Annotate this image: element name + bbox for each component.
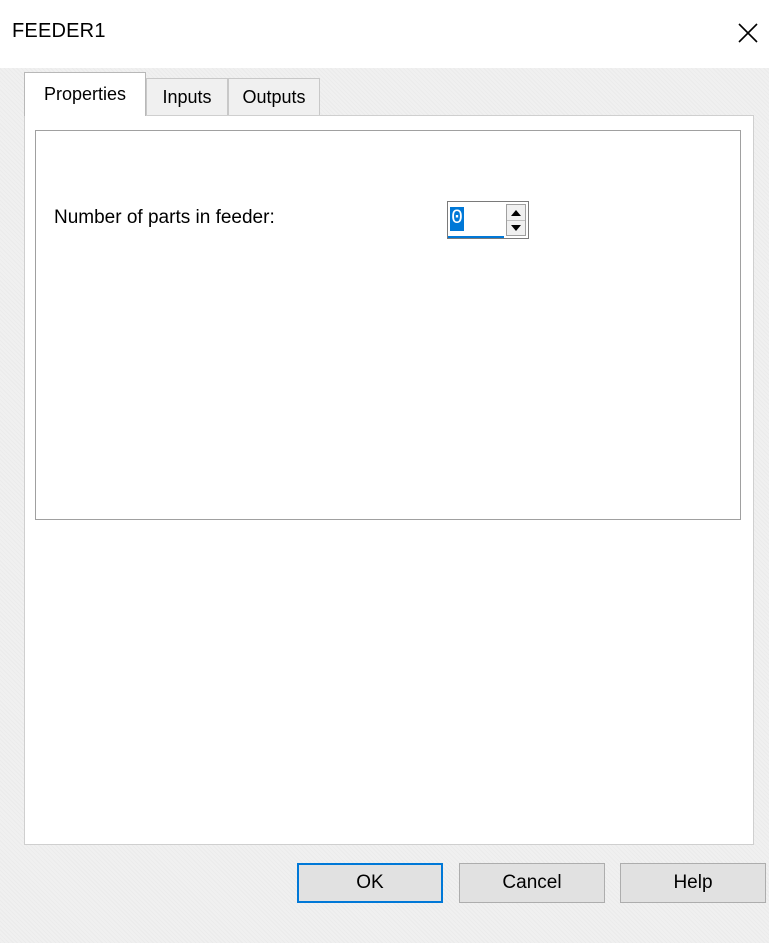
tab-outputs[interactable]: Outputs [228,78,320,116]
parts-in-feeder-input[interactable]: 0 [448,202,504,238]
properties-group-box: Number of parts in feeder: 0 [35,130,741,520]
parts-in-feeder-spinner[interactable]: 0 [447,201,529,239]
spin-buttons [506,204,526,236]
cancel-button[interactable]: Cancel [459,863,605,903]
arrow-up-icon [511,209,521,216]
ok-button[interactable]: OK [297,863,443,903]
window-title: FEEDER1 [12,20,106,42]
dialog-client-area: Properties Inputs Outputs Number of part… [0,68,769,943]
close-icon [738,23,758,43]
parts-in-feeder-label: Number of parts in feeder: [54,207,275,228]
tab-page-properties: Number of parts in feeder: 0 [24,115,754,845]
tab-inputs[interactable]: Inputs [146,78,228,116]
title-bar: FEEDER1 [0,0,769,68]
help-button[interactable]: Help [620,863,766,903]
spin-up-button[interactable] [507,205,525,221]
arrow-down-icon [511,224,521,231]
spin-down-button[interactable] [507,220,525,235]
close-button[interactable] [731,16,765,50]
tab-properties[interactable]: Properties [24,72,146,116]
parts-in-feeder-value: 0 [450,207,465,231]
